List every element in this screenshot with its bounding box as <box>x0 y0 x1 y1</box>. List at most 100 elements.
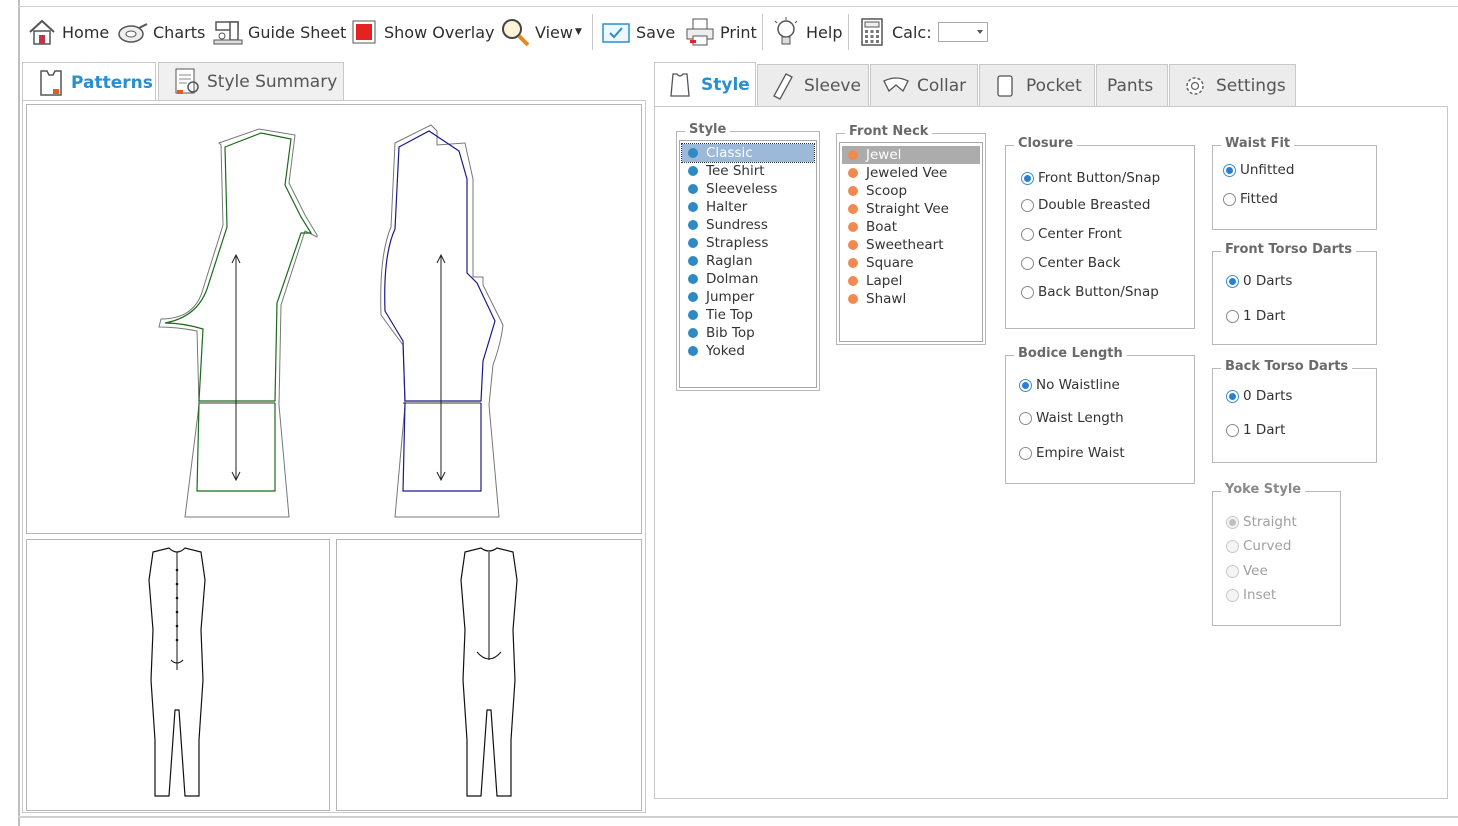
back-jumpsuit-sketch <box>460 547 518 797</box>
style-item-tee-shirt[interactable]: Tee Shirt <box>682 162 814 180</box>
home-icon <box>29 19 55 45</box>
magnifier-icon <box>502 19 530 47</box>
help-button[interactable]: Help <box>770 15 842 49</box>
shirt-icon <box>670 72 690 97</box>
guide-sheet-button[interactable]: Guide Sheet <box>212 15 346 49</box>
pocket-icon <box>997 74 1013 97</box>
neck-item-square[interactable]: Square <box>842 254 980 272</box>
charts-label: Charts <box>153 22 206 42</box>
yoke-radio-straight[interactable]: Straight <box>1226 514 1297 530</box>
toolbar-separator <box>592 14 593 50</box>
lightbulb-icon <box>774 17 798 45</box>
tab-patterns[interactable]: Patterns <box>22 62 156 102</box>
yoke-style-group: Yoke Style Straight Curved Vee Inset <box>1212 482 1341 626</box>
toolbar-separator <box>762 14 763 50</box>
save-check-icon <box>602 23 630 43</box>
back-torso-darts-group: Back Torso Darts 0 Darts 1 Dart <box>1212 359 1377 463</box>
front-darts-radio-0[interactable]: 0 Darts <box>1226 273 1292 289</box>
bodice-radio-no-waistline[interactable]: No Waistline <box>1019 377 1120 393</box>
show-overlay-button[interactable]: Show Overlay <box>348 15 494 49</box>
tab-style[interactable]: Style <box>654 62 756 106</box>
back-torso-darts-group-title: Back Torso Darts <box>1221 359 1353 374</box>
charts-button[interactable]: Charts <box>117 15 205 49</box>
printer-icon <box>686 18 714 46</box>
tab-settings[interactable]: Settings <box>1169 64 1296 106</box>
front-jumpsuit-sketch <box>148 547 206 797</box>
style-item-halter[interactable]: Halter <box>682 198 814 216</box>
neck-item-straight-vee[interactable]: Straight Vee <box>842 200 980 218</box>
closure-group: Closure Front Button/Snap Double Breaste… <box>1005 136 1195 329</box>
window-top-border <box>18 6 1458 7</box>
neck-item-scoop[interactable]: Scoop <box>842 182 980 200</box>
yoke-radio-inset[interactable]: Inset <box>1226 587 1276 603</box>
calc-dropdown[interactable] <box>937 22 988 42</box>
closure-radio-double-breasted[interactable]: Double Breasted <box>1021 197 1150 213</box>
print-label: Print <box>720 22 757 42</box>
neck-item-jewel[interactable]: Jewel <box>842 146 980 164</box>
tab-sleeve-label: Sleeve <box>804 75 861 96</box>
closure-radio-center-front[interactable]: Center Front <box>1021 226 1122 242</box>
front-neck-group: Front Neck Jewel Jeweled Vee Scoop Strai… <box>836 124 986 345</box>
style-listbox[interactable]: Classic Tee Shirt Sleeveless Halter Sund… <box>679 140 817 388</box>
style-item-sleeveless[interactable]: Sleeveless <box>682 180 814 198</box>
style-item-dolman[interactable]: Dolman <box>682 270 814 288</box>
style-item-yoked[interactable]: Yoked <box>682 342 814 360</box>
front-bodice-piece <box>158 128 318 518</box>
yoke-radio-vee[interactable]: Vee <box>1226 563 1268 579</box>
waist-fit-radio-fitted[interactable]: Fitted <box>1223 191 1278 207</box>
style-group-title: Style <box>685 122 731 137</box>
print-button[interactable]: Print <box>684 15 757 49</box>
bodice-radio-waist-length[interactable]: Waist Length <box>1019 410 1124 426</box>
neck-item-lapel[interactable]: Lapel <box>842 272 980 290</box>
style-item-jumper[interactable]: Jumper <box>682 288 814 306</box>
neck-item-jeweled-vee[interactable]: Jeweled Vee <box>842 164 980 182</box>
collar-icon <box>883 76 909 92</box>
back-darts-radio-0[interactable]: 0 Darts <box>1226 388 1292 404</box>
style-item-tie-top[interactable]: Tie Top <box>682 306 814 324</box>
neck-item-shawl[interactable]: Shawl <box>842 290 980 308</box>
closure-radio-back-button-snap[interactable]: Back Button/Snap <box>1021 284 1159 300</box>
front-darts-radio-1[interactable]: 1 Dart <box>1226 308 1285 324</box>
style-item-strapless[interactable]: Strapless <box>682 234 814 252</box>
style-item-bib-top[interactable]: Bib Top <box>682 324 814 342</box>
neck-item-sweetheart[interactable]: Sweetheart <box>842 236 980 254</box>
home-button[interactable]: Home <box>26 15 109 49</box>
waist-fit-group-title: Waist Fit <box>1221 136 1295 151</box>
tab-style-label: Style <box>701 74 750 95</box>
calc-label: Calc: <box>892 22 932 42</box>
tab-settings-label: Settings <box>1216 75 1286 96</box>
style-summary-icon <box>175 68 199 94</box>
back-darts-radio-1[interactable]: 1 Dart <box>1226 422 1285 438</box>
tab-pants-label: Pants <box>1107 75 1154 96</box>
style-item-classic[interactable]: Classic <box>681 143 815 163</box>
save-button[interactable]: Save <box>600 15 675 49</box>
window-left-border <box>18 0 20 826</box>
waist-fit-radio-unfitted[interactable]: Unfitted <box>1223 162 1294 178</box>
closure-radio-front-button-snap[interactable]: Front Button/Snap <box>1021 170 1160 186</box>
front-torso-darts-group: Front Torso Darts 0 Darts 1 Dart <box>1212 242 1377 345</box>
tab-style-summary[interactable]: Style Summary <box>158 62 344 100</box>
view-dropdown-button[interactable]: View ▼ <box>499 15 582 49</box>
style-item-sundress[interactable]: Sundress <box>682 216 814 234</box>
tab-collar[interactable]: Collar <box>870 64 978 106</box>
style-item-raglan[interactable]: Raglan <box>682 252 814 270</box>
yoke-radio-curved[interactable]: Curved <box>1226 538 1291 554</box>
calculator-icon[interactable] <box>856 16 888 48</box>
neck-item-boat[interactable]: Boat <box>842 218 980 236</box>
front-garment-view[interactable] <box>26 539 330 811</box>
bodice-radio-empire-waist[interactable]: Empire Waist <box>1019 445 1125 461</box>
red-square-icon <box>352 20 376 44</box>
back-garment-view[interactable] <box>336 539 642 811</box>
pattern-pieces-drawing <box>158 124 504 518</box>
front-neck-listbox[interactable]: Jewel Jeweled Vee Scoop Straight Vee Boa… <box>839 142 983 342</box>
show-overlay-label: Show Overlay <box>384 22 495 42</box>
tab-pocket[interactable]: Pocket <box>979 64 1095 106</box>
closure-radio-center-back[interactable]: Center Back <box>1021 255 1121 271</box>
front-pattern-outline <box>159 125 309 333</box>
pattern-pieces-view[interactable] <box>26 104 642 534</box>
sewing-machine-icon <box>213 21 243 45</box>
back-bodice-piece <box>380 124 504 518</box>
tab-sleeve[interactable]: Sleeve <box>757 64 869 106</box>
bodice-length-group-title: Bodice Length <box>1014 346 1127 361</box>
tab-pants[interactable]: Pants <box>1096 64 1168 106</box>
